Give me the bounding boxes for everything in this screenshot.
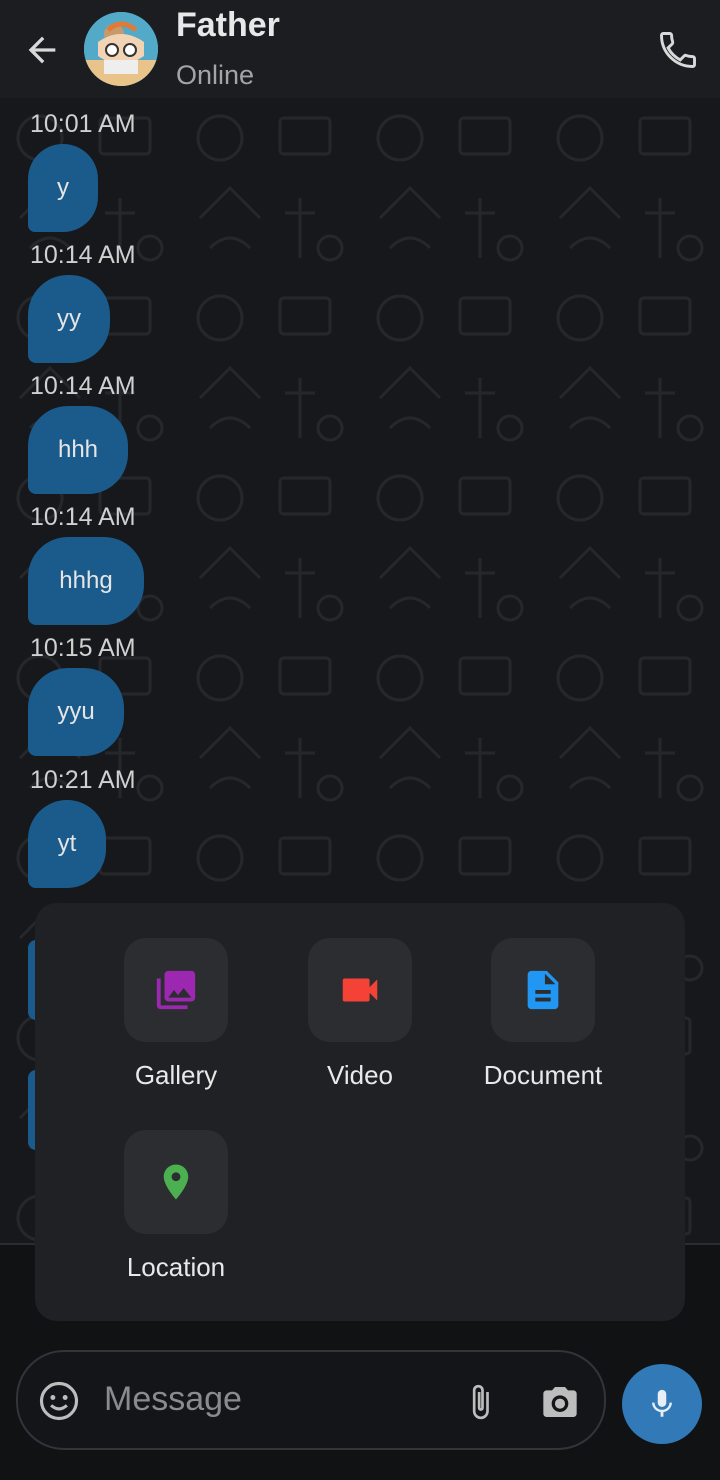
contact-status: Online [176,60,255,90]
message-bubble[interactable]: y [28,144,98,232]
message-bubble[interactable]: yyu [28,668,124,756]
phone-icon[interactable] [656,28,700,72]
emoji-icon[interactable] [38,1380,80,1422]
video-icon [342,978,378,1002]
gallery-label: Gallery [134,1060,218,1090]
chat-header: Father Online [0,0,720,98]
paperclip-icon[interactable] [460,1380,500,1424]
attachment-menu: Gallery Video Document Location [35,903,685,1321]
video-button[interactable] [308,938,412,1042]
message-bubble[interactable]: yt [28,800,106,888]
location-button[interactable] [124,1130,228,1234]
message-input[interactable]: Message [104,1380,242,1419]
message-time: 10:01 AM [30,110,136,138]
avatar-image [84,12,158,86]
message-time: 10:21 AM [30,766,136,794]
back-arrow-icon[interactable] [22,30,62,70]
microphone-icon [652,1389,672,1417]
attach-location-option[interactable]: Location [76,1130,276,1283]
attach-video-option[interactable]: Video [260,938,460,1091]
attach-document-option[interactable]: Document [443,938,643,1091]
message-composer[interactable]: Message [16,1350,606,1450]
gallery-button[interactable] [124,938,228,1042]
avatar[interactable] [84,12,158,86]
gallery-icon [156,970,196,1010]
attach-gallery-option[interactable]: Gallery [76,938,276,1091]
video-label: Video [326,1060,394,1090]
document-button[interactable] [491,938,595,1042]
document-label: Document [483,1060,603,1090]
message-time: 10:15 AM [30,634,136,662]
microphone-button[interactable] [622,1364,702,1444]
location-label: Location [126,1252,226,1282]
message-bubble[interactable]: hhh [28,406,128,494]
document-icon [527,970,559,1010]
message-time: 10:14 AM [30,241,136,269]
location-icon [163,1164,189,1200]
message-time: 10:14 AM [30,503,136,531]
message-bubble[interactable]: yy [28,275,110,363]
message-bubble[interactable]: hhhg [28,537,144,625]
camera-icon[interactable] [538,1382,582,1422]
message-time: 10:14 AM [30,372,136,400]
contact-name[interactable]: Father [176,6,280,45]
